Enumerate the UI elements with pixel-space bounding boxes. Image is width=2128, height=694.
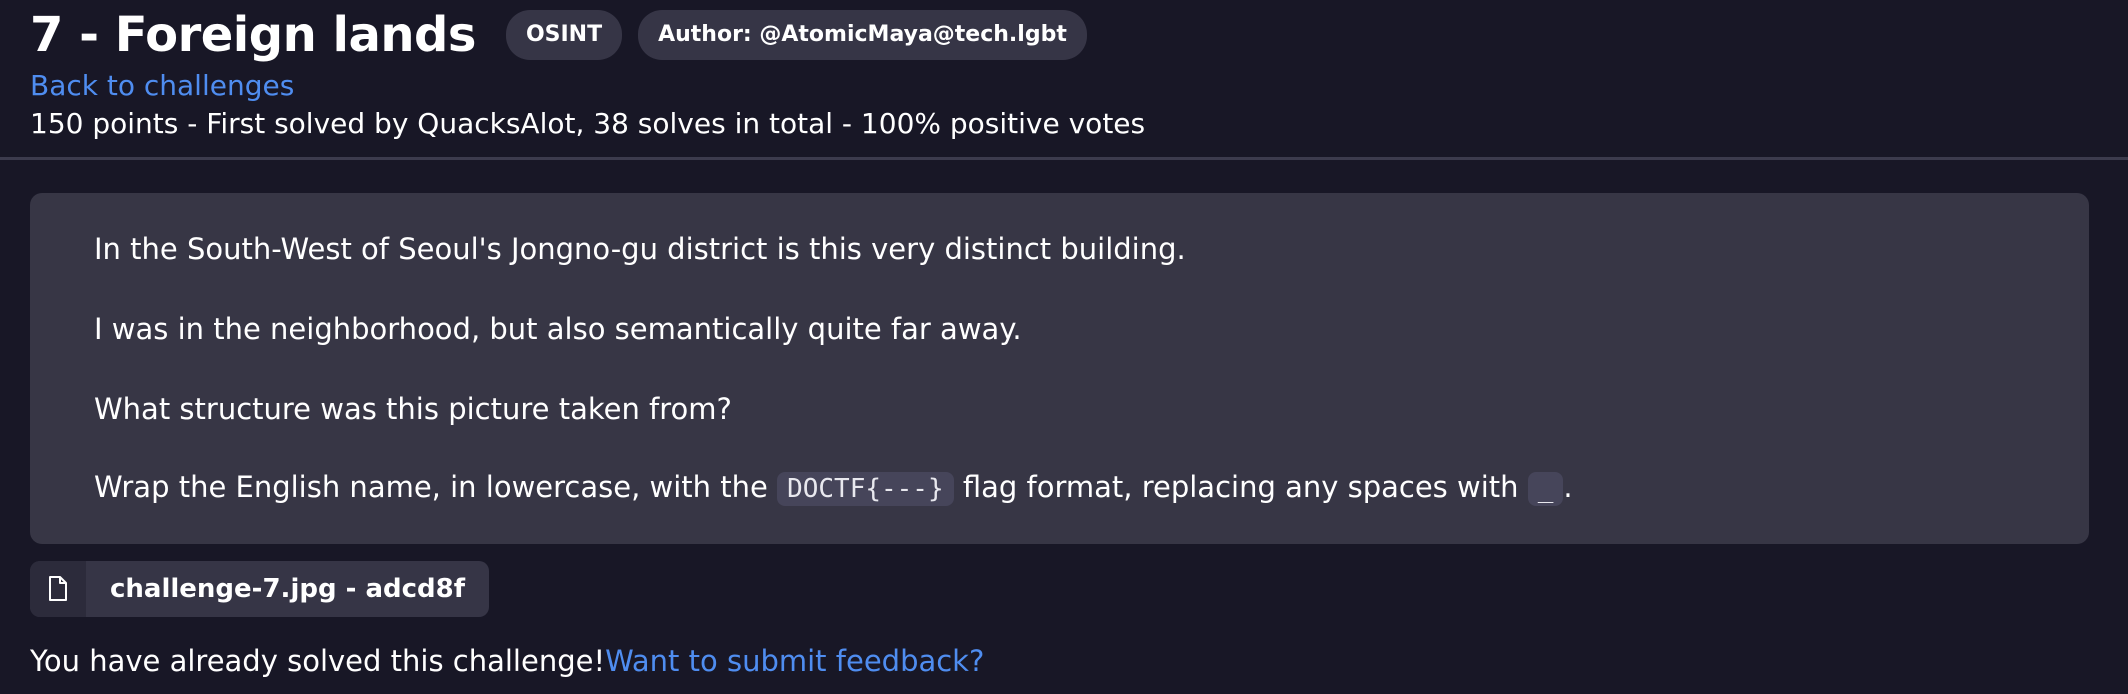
solved-text: You have already solved this challenge!: [30, 644, 606, 678]
page-title: 7 - Foreign lands: [30, 7, 476, 63]
back-to-challenges-link[interactable]: Back to challenges: [30, 68, 294, 104]
title-row: 7 - Foreign lands OSINT Author: @AtomicM…: [30, 0, 2128, 70]
description-line: I was in the neighborhood, but also sema…: [94, 312, 1022, 346]
header-divider: [0, 157, 2128, 160]
attachment-name: challenge-7.jpg - adcd8f: [110, 574, 466, 604]
challenge-header: 7 - Foreign lands OSINT Author: @AtomicM…: [30, 0, 2128, 140]
description-line: What structure was this picture taken fr…: [94, 392, 732, 426]
attachment-download[interactable]: challenge-7.jpg - adcd8f: [30, 561, 490, 617]
space-replacement-code: _: [1527, 472, 1564, 506]
challenge-stats: 150 points - First solved by QuacksAlot,…: [30, 107, 1146, 140]
description-text: Wrap the English name, in lowercase, wit…: [94, 470, 778, 504]
category-badge: OSINT: [505, 10, 623, 60]
description-line-flag-format: Wrap the English name, in lowercase, wit…: [94, 467, 1573, 509]
solved-status: You have already solved this challenge!W…: [30, 642, 984, 680]
description-text: flag format, replacing any spaces with: [953, 470, 1528, 504]
challenge-description: In the South-West of Seoul's Jongno-gu d…: [30, 193, 2089, 544]
file-icon: [30, 561, 86, 617]
author-badge: Author: @AtomicMaya@tech.lgbt: [638, 10, 1087, 60]
flag-format-code: DOCTF{---}: [777, 472, 954, 506]
description-text: .: [1563, 470, 1573, 504]
feedback-link[interactable]: Want to submit feedback?: [605, 644, 984, 678]
description-line: In the South-West of Seoul's Jongno-gu d…: [94, 232, 1186, 266]
